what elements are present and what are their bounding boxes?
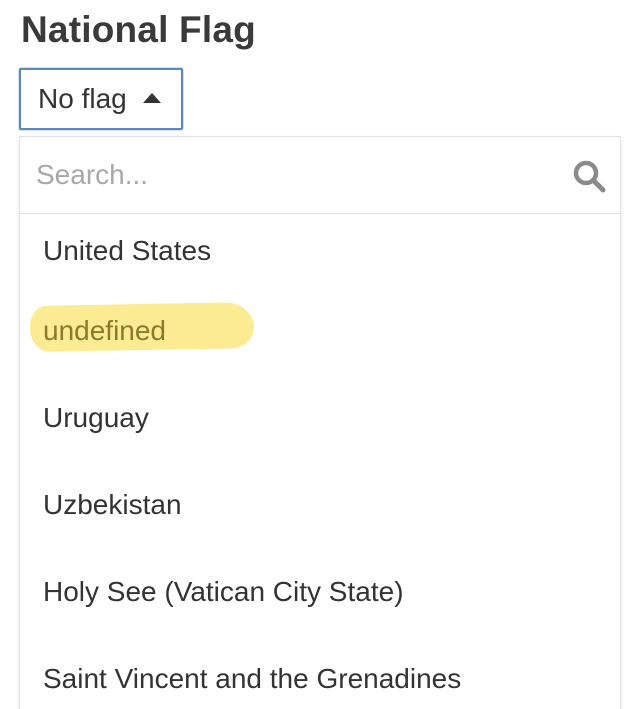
page: National Flag No flag United States unde… <box>0 0 640 709</box>
list-item[interactable]: United States <box>20 214 620 287</box>
option-list: United States undefined Uruguay Uzbekist… <box>20 214 620 709</box>
option-label: Saint Vincent and the Grenadines <box>43 662 462 694</box>
list-item[interactable]: Uruguay <box>20 374 620 461</box>
page-title: National Flag <box>21 9 256 50</box>
search-icon[interactable] <box>572 159 606 193</box>
search-input[interactable] <box>20 145 556 205</box>
list-item[interactable]: Uzbekistan <box>20 461 620 548</box>
option-label: United States <box>43 234 212 266</box>
list-item[interactable]: Holy See (Vatican City State) <box>20 548 620 635</box>
flag-select[interactable]: No flag <box>19 68 183 130</box>
list-item-highlighted[interactable]: undefined <box>20 287 620 374</box>
caret-up-icon <box>142 93 161 103</box>
list-item[interactable]: Saint Vincent and the Grenadines <box>20 635 620 709</box>
option-label: undefined <box>43 314 167 346</box>
option-label: Uzbekistan <box>43 488 182 520</box>
dropdown-menu: United States undefined Uruguay Uzbekist… <box>19 136 621 709</box>
option-label: Holy See (Vatican City State) <box>43 575 404 607</box>
select-value: No flag <box>38 83 127 114</box>
option-label: Uruguay <box>43 401 149 433</box>
search-box <box>20 137 620 214</box>
